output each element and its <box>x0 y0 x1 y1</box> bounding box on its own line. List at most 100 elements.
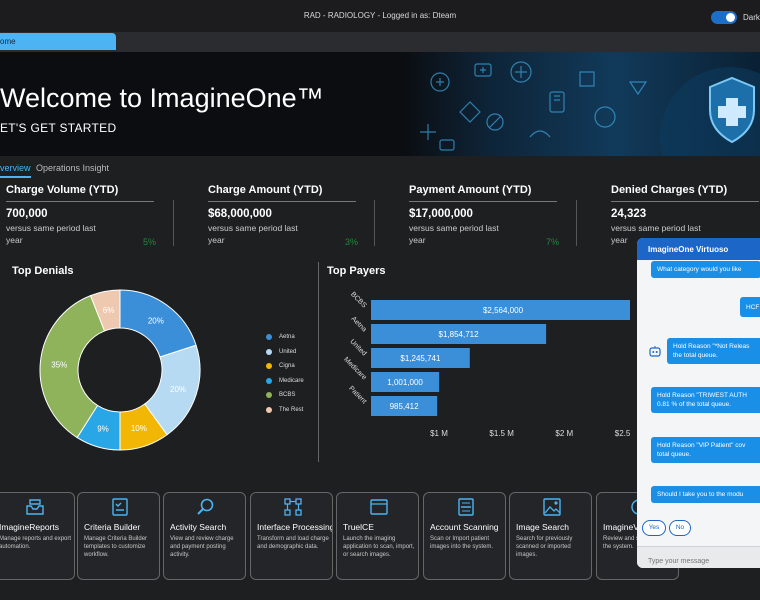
donut-slice-label: 9% <box>97 425 109 434</box>
legend-label: Medicare <box>279 377 304 384</box>
kpi-percent: 3% <box>344 237 358 247</box>
tile-account-scanning[interactable]: Account Scanning Scan or Import patient … <box>423 492 506 580</box>
kpi-percent: 5% <box>142 237 156 247</box>
kpi-charge-amount: Charge Amount (YTD) $68,000,000 versus s… <box>208 184 358 247</box>
top-denials-legend: Aetna United Cigna Medicare BCBS The Rest <box>266 330 304 417</box>
x-tick-label: $1.5 M <box>489 429 514 438</box>
bot-avatar-icon <box>649 346 661 357</box>
chat-header: ImagineOne Virtuoso <box>637 238 760 260</box>
tile-description: Launch the imaging application to scan, … <box>343 536 415 558</box>
toggle-knob <box>726 13 735 22</box>
bar-value-label: $1,854,712 <box>439 330 480 339</box>
bar-value-label: $1,245,741 <box>400 354 441 363</box>
image-icon <box>543 498 561 516</box>
virtuoso-chat-panel: ImagineOne Virtuoso What category would … <box>637 238 760 568</box>
tile-title: Image Search <box>516 522 569 532</box>
kpi-title: Denied Charges (YTD) <box>611 184 728 196</box>
top-denials-title: Top Denials <box>12 265 74 277</box>
top-payers-title: Top Payers <box>327 265 386 277</box>
get-started-subtitle: ET'S GET STARTED <box>0 121 117 135</box>
chat-message: What category would you like <box>651 261 760 278</box>
kpi-percent: 7% <box>545 237 559 247</box>
donut-slice-label: 20% <box>170 385 186 394</box>
donut-slice-label: 20% <box>148 317 164 326</box>
chat-message: Hold Reason "*Not Releas the total queue… <box>667 338 760 364</box>
tile-description: Search for previously scanned or importe… <box>516 536 573 558</box>
title-bar: RAD - RADIOLOGY - Logged in as: Dteam <box>0 0 760 32</box>
chat-message-input[interactable] <box>637 546 760 568</box>
tile-interface-processing[interactable]: Interface Processing Transform and load … <box>250 492 333 580</box>
chat-user-message: HCF <box>740 297 760 317</box>
bar-value-label: 1,001,000 <box>387 378 423 387</box>
tab-home[interactable]: ome <box>0 33 116 50</box>
tab-overview[interactable]: verview <box>0 163 31 178</box>
donut-slice-label: 35% <box>51 360 67 369</box>
legend-label: BCBS <box>279 392 296 399</box>
bar-value-label: 985,412 <box>390 402 419 411</box>
dark-mode-toggle[interactable] <box>711 11 737 24</box>
legend-item: Aetna <box>266 330 304 345</box>
tile-title: Account Scanning <box>430 522 499 532</box>
welcome-banner: Welcome to ImagineOne™ ET'S GET STARTED <box>0 52 760 156</box>
tile-description: Manage reports and export automation. <box>0 536 72 550</box>
kpi-charge-volume: Charge Volume (YTD) 700,000 versus same … <box>6 184 156 247</box>
tile-description: Scan or Import patient images into the s… <box>430 536 494 550</box>
tile-description: Transform and load charge and demographi… <box>257 536 329 550</box>
bar-category-label: Medicare <box>342 356 367 381</box>
kpi-value: 700,000 <box>6 208 48 220</box>
legend-item: The Rest <box>266 403 304 418</box>
bar-category-label: BCBS <box>349 291 368 310</box>
inbox-tray-icon <box>26 499 44 515</box>
healthcare-icons-graphic <box>420 61 760 156</box>
tile-description: Manage Criteria Builder templates to cus… <box>84 536 148 558</box>
kpi-comparison: versus same period last year <box>208 223 298 245</box>
chat-yes-button[interactable]: Yes <box>642 520 666 536</box>
legend-item: United <box>266 345 304 360</box>
kpi-payment-amount: Payment Amount (YTD) $17,000,000 versus … <box>409 184 559 247</box>
tile-criteria-builder[interactable]: Criteria Builder Manage Criteria Builder… <box>77 492 160 580</box>
legend-swatch <box>266 363 272 370</box>
tile-imaginereports[interactable]: ImagineReports Manage reports and export… <box>0 492 75 580</box>
checklist-icon <box>112 498 128 516</box>
chat-message: Hold Reason "VIP Patient" cov total queu… <box>651 437 760 463</box>
kpi-divider <box>611 201 759 202</box>
tile-title: ImagineVi <box>603 522 641 532</box>
window-title: RAD - RADIOLOGY - Logged in as: Dteam <box>303 11 457 20</box>
kpi-separator <box>173 200 174 246</box>
tile-image-search[interactable]: Image Search Search for previously scann… <box>509 492 592 580</box>
chat-message: Hold Reason "TRIWEST AUTH 0.81 % of the … <box>651 387 760 413</box>
donut-slice-label: 10% <box>131 424 147 433</box>
bar-value-label: $2,564,000 <box>483 306 524 315</box>
legend-label: Cigna <box>279 363 295 370</box>
magnifier-icon <box>197 498 214 515</box>
kpi-divider <box>409 201 557 202</box>
tile-title: Activity Search <box>170 522 227 532</box>
banner-artwork <box>400 52 760 156</box>
tile-title: Interface Processing <box>257 522 333 532</box>
welcome-title: Welcome to ImagineOne™ <box>0 83 324 113</box>
legend-swatch <box>266 348 272 355</box>
kpi-divider <box>208 201 356 202</box>
legend-swatch <box>266 334 272 341</box>
kpi-separator <box>576 200 577 246</box>
tab-operations-insight[interactable]: Operations Insight <box>36 163 109 173</box>
tile-description: View and review charge and payment posti… <box>170 536 234 558</box>
kpi-title: Payment Amount (YTD) <box>409 184 532 196</box>
kpi-title: Charge Amount (YTD) <box>208 184 323 196</box>
kpi-comparison: versus same period last year <box>409 223 499 245</box>
kpi-value: $17,000,000 <box>409 208 473 220</box>
tile-trueice[interactable]: TruelCE Launch the imaging application t… <box>336 492 419 580</box>
legend-swatch <box>266 392 272 399</box>
legend-item: Cigna <box>266 359 304 374</box>
flow-nodes-icon <box>284 498 302 516</box>
legend-item: BCBS <box>266 388 304 403</box>
tile-activity-search[interactable]: Activity Search View and review charge a… <box>163 492 246 580</box>
chat-no-button[interactable]: No <box>669 520 691 536</box>
top-payers-bar-chart: $2,564,000 BCBS $1,854,712 Aetna $1,245,741 U… <box>342 291 630 438</box>
bar-category-label: United <box>348 338 367 357</box>
bar-category-label: Aetna <box>350 316 368 334</box>
legend-item: Medicare <box>266 374 304 389</box>
legend-label: The Rest <box>279 406 304 413</box>
app-window-icon <box>370 499 388 515</box>
donut-slice-label: 6% <box>103 306 115 315</box>
